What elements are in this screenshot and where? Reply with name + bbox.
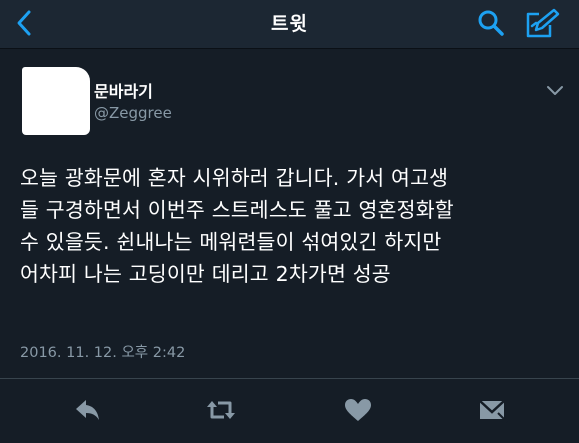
user-handle[interactable]: @Zeggree bbox=[94, 104, 172, 122]
reply-icon bbox=[76, 400, 99, 420]
reply-button[interactable] bbox=[70, 395, 106, 425]
tweet-timestamp: 2016. 11. 12. 오후 2:42 bbox=[20, 345, 186, 361]
avatar[interactable] bbox=[22, 67, 90, 135]
like-button[interactable] bbox=[340, 395, 376, 425]
tweet-text-line: 어차피 나는 고딩이만 데리고 2차가면 성공 bbox=[20, 262, 391, 286]
tweet-text-line: 들 구경하면서 이번주 스트레스도 풀고 영혼정화할 bbox=[20, 198, 454, 222]
tweet-text-line: 수 있을듯. 쉰내나는 메워련들이 섞여있긴 하지만 bbox=[20, 230, 442, 254]
top-bar: 트윗 bbox=[0, 0, 579, 49]
tweet-detail: 문바라기 @Zeggree 오늘 광화문에 혼자 시위하러 갑니다. 가서 여고… bbox=[0, 49, 579, 443]
compose-icon bbox=[526, 8, 560, 38]
direct-message-icon bbox=[479, 400, 508, 423]
divider bbox=[0, 378, 579, 379]
tweet-menu-button[interactable] bbox=[544, 83, 566, 99]
search-button[interactable] bbox=[475, 8, 509, 40]
tweet-text: 오늘 광화문에 혼자 시위하러 갑니다. 가서 여고생 들 구경하면서 이번주 … bbox=[20, 162, 565, 290]
compose-button[interactable] bbox=[522, 6, 562, 42]
chevron-down-icon bbox=[547, 86, 563, 95]
retweet-button[interactable] bbox=[203, 395, 239, 425]
tweet-text-line: 오늘 광화문에 혼자 시위하러 갑니다. 가서 여고생 bbox=[20, 166, 449, 190]
message-button[interactable] bbox=[474, 395, 510, 425]
retweet-icon bbox=[207, 401, 235, 419]
search-icon bbox=[478, 10, 504, 36]
display-name[interactable]: 문바라기 bbox=[94, 78, 153, 102]
heart-icon bbox=[345, 399, 371, 421]
